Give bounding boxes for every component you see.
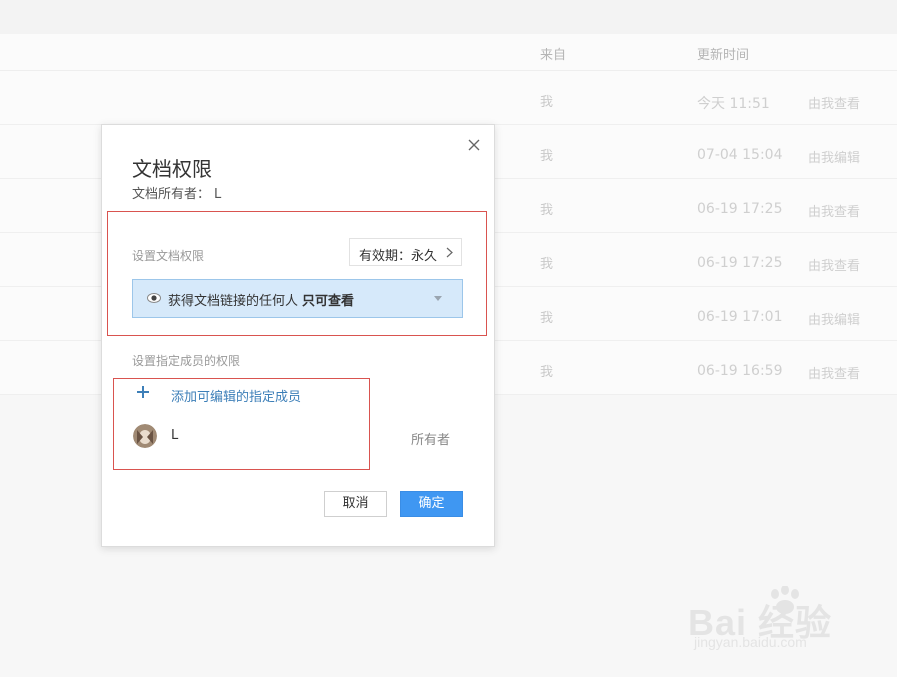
document-permission-label: 设置文档权限 xyxy=(132,249,205,263)
row-from: 我 xyxy=(540,365,554,380)
row-time: 06-19 17:25 xyxy=(697,255,783,271)
row-permission: 由我查看 xyxy=(808,205,861,220)
row-permission: 由我编辑 xyxy=(808,313,861,328)
table-row[interactable]: 我 今天 11:51 由我查看 xyxy=(0,71,897,125)
row-time: 06-19 16:59 xyxy=(697,363,783,379)
list-header: 来自 更新时间 xyxy=(0,34,897,71)
document-permission-dialog: 文档权限 文档所有者： L 设置文档权限 有效期：永久 获得文档链接的任何人 只可查… xyxy=(101,124,495,547)
row-permission: 由我查看 xyxy=(808,259,861,274)
column-header-from[interactable]: 来自 xyxy=(540,44,566,63)
link-permission-level: 只可查看 xyxy=(302,294,355,309)
top-band xyxy=(0,0,897,34)
row-from: 我 xyxy=(540,203,554,218)
caret-down-icon xyxy=(434,296,442,301)
owner-label: 文档所有者： xyxy=(132,187,211,202)
row-from: 我 xyxy=(540,257,554,272)
column-header-updated[interactable]: 更新时间 xyxy=(697,44,749,63)
eye-icon xyxy=(147,293,161,303)
row-permission: 由我查看 xyxy=(808,367,861,382)
row-time: 06-19 17:01 xyxy=(697,309,783,325)
chevron-right-icon xyxy=(446,247,453,258)
link-permission-scope: 获得文档链接的任何人 xyxy=(168,294,299,309)
link-permission-value: 获得文档链接的任何人 只可查看 xyxy=(168,290,354,309)
row-time: 06-19 17:25 xyxy=(697,201,783,217)
row-permission: 由我编辑 xyxy=(808,151,861,166)
close-icon[interactable] xyxy=(466,137,482,153)
row-from: 我 xyxy=(540,149,554,164)
cancel-button[interactable]: 取消 xyxy=(324,491,387,517)
row-time: 07-04 15:04 xyxy=(697,147,783,163)
link-permission-select[interactable]: 获得文档链接的任何人 只可查看 xyxy=(132,279,463,318)
document-owner: 文档所有者： L xyxy=(132,183,221,202)
member-permission-label: 设置指定成员的权限 xyxy=(132,354,241,368)
row-time: 今天 11:51 xyxy=(697,96,770,112)
row-from: 我 xyxy=(540,311,554,326)
row-from: 我 xyxy=(540,95,554,110)
avatar xyxy=(133,424,157,448)
plus-icon xyxy=(137,386,149,398)
add-member-label: 添加可编辑的指定成员 xyxy=(171,390,302,405)
owner-name: L xyxy=(214,187,222,202)
row-permission: 由我查看 xyxy=(808,97,861,112)
validity-text: 有效期：永久 xyxy=(359,249,438,264)
confirm-button[interactable]: 确定 xyxy=(400,491,463,517)
watermark-url: jingyan.baidu.com xyxy=(694,634,807,650)
member-role: 所有者 xyxy=(411,433,451,448)
member-name: L xyxy=(171,428,179,443)
validity-button[interactable]: 有效期：永久 xyxy=(349,238,462,266)
baidu-jingyan-watermark: Bai 经验 jingyan.baidu.com xyxy=(688,586,858,666)
dialog-title: 文档权限 xyxy=(132,157,212,181)
